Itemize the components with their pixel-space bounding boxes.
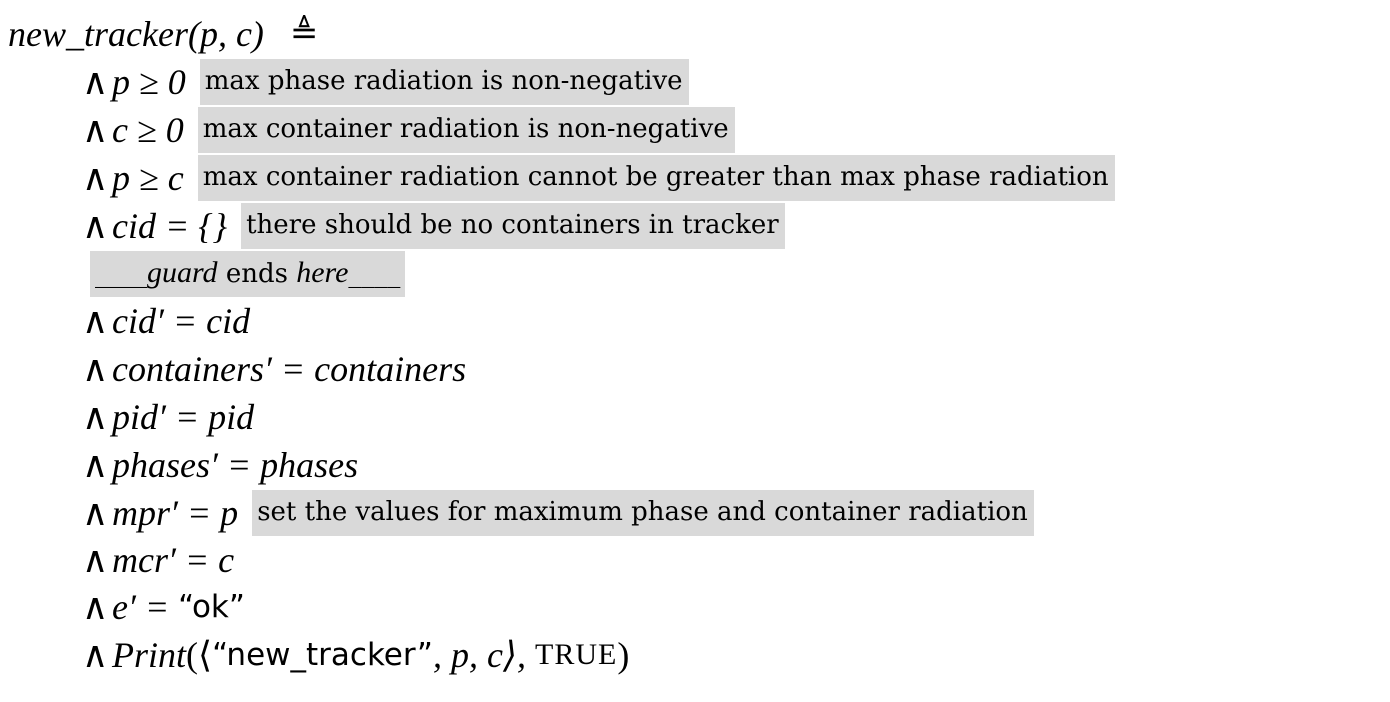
precondition-4: ∧ cid = {} there should be no containers… xyxy=(0,203,785,249)
guard-middle: ends xyxy=(217,259,297,289)
action-1: ∧ cid′ = cid xyxy=(0,298,250,344)
print-close: ) xyxy=(617,635,630,675)
action-comment: set the values for maximum phase and con… xyxy=(252,490,1034,536)
guard-suffix: ____ xyxy=(348,259,401,289)
action-expr: pid′ = pid xyxy=(112,397,255,437)
print-function: Print xyxy=(112,635,187,675)
error-value: “ok” xyxy=(178,589,245,625)
action-expr: containers′ = containers xyxy=(112,349,467,389)
action-expr: mcr′ = c xyxy=(112,540,235,580)
precondition-1: ∧ p ≥ 0 max phase radiation is non-negat… xyxy=(0,59,689,105)
precondition-expr: c ≥ 0 xyxy=(112,110,184,150)
guard-marker-box: ____guard ends here____ xyxy=(90,251,406,297)
conjunction-symbol: ∧ xyxy=(82,493,109,533)
precondition-expr: p ≥ c xyxy=(112,158,184,198)
precondition-comment: max container radiation is non-negative xyxy=(197,107,735,153)
conjunction-symbol: ∧ xyxy=(82,110,109,150)
precondition-3: ∧ p ≥ c max container radiation cannot b… xyxy=(0,155,1115,201)
definition-name: new_tracker xyxy=(8,14,188,54)
precondition-expr: cid = {} xyxy=(112,206,228,246)
defined-as-symbol: ≜ xyxy=(289,15,319,52)
action-4: ∧ phases′ = phases xyxy=(0,442,358,488)
here-word: here xyxy=(296,256,349,289)
conjunction-symbol: ∧ xyxy=(82,158,109,198)
action-6: ∧ mcr′ = c xyxy=(0,537,234,583)
conjunction-symbol: ∧ xyxy=(82,301,109,341)
precondition-expr: p ≥ 0 xyxy=(112,62,186,102)
precondition-comment: there should be no containers in tracker xyxy=(241,203,785,249)
action-5: ∧ mpr′ = p set the values for maximum ph… xyxy=(0,490,1034,536)
conjunction-symbol: ∧ xyxy=(82,635,109,675)
error-lhs: e′ = xyxy=(112,587,179,627)
definition-header: new_tracker (p, c) ≜ xyxy=(8,11,318,57)
guard-prefix: ____ xyxy=(95,259,147,289)
print-flag: TRUE xyxy=(535,638,618,671)
guard-end-marker: ____guard ends here____ xyxy=(90,251,406,297)
action-expr: mpr′ = p xyxy=(112,493,239,533)
conjunction-symbol: ∧ xyxy=(82,540,109,580)
conjunction-symbol: ∧ xyxy=(82,62,109,102)
precondition-comment: max container radiation cannot be greate… xyxy=(197,155,1115,201)
action-3: ∧ pid′ = pid xyxy=(0,394,254,440)
conjunction-symbol: ∧ xyxy=(82,587,109,627)
precondition-comment: max phase radiation is non-negative xyxy=(199,59,689,105)
precondition-2: ∧ c ≥ 0 max container radiation is non-n… xyxy=(0,107,735,153)
conjunction-symbol: ∧ xyxy=(82,445,109,485)
definition-params: (p, c) xyxy=(187,14,264,54)
action-expr: cid′ = cid xyxy=(112,301,251,341)
action-expr: phases′ = phases xyxy=(112,445,359,485)
print-label: “new_tracker” xyxy=(212,637,433,673)
conjunction-symbol: ∧ xyxy=(82,206,109,246)
conjunction-symbol: ∧ xyxy=(82,349,109,389)
print-statement: ∧ Print (⟨ “new_tracker”, p, c⟩, TRUE) xyxy=(0,632,629,678)
print-args: , p, c⟩, xyxy=(432,635,535,675)
error-assignment: ∧ e′ = “ok” xyxy=(0,584,245,630)
action-2: ∧ containers′ = containers xyxy=(0,346,466,392)
print-open: (⟨ xyxy=(186,635,213,675)
guard-word: guard xyxy=(147,256,218,289)
conjunction-symbol: ∧ xyxy=(82,397,109,437)
